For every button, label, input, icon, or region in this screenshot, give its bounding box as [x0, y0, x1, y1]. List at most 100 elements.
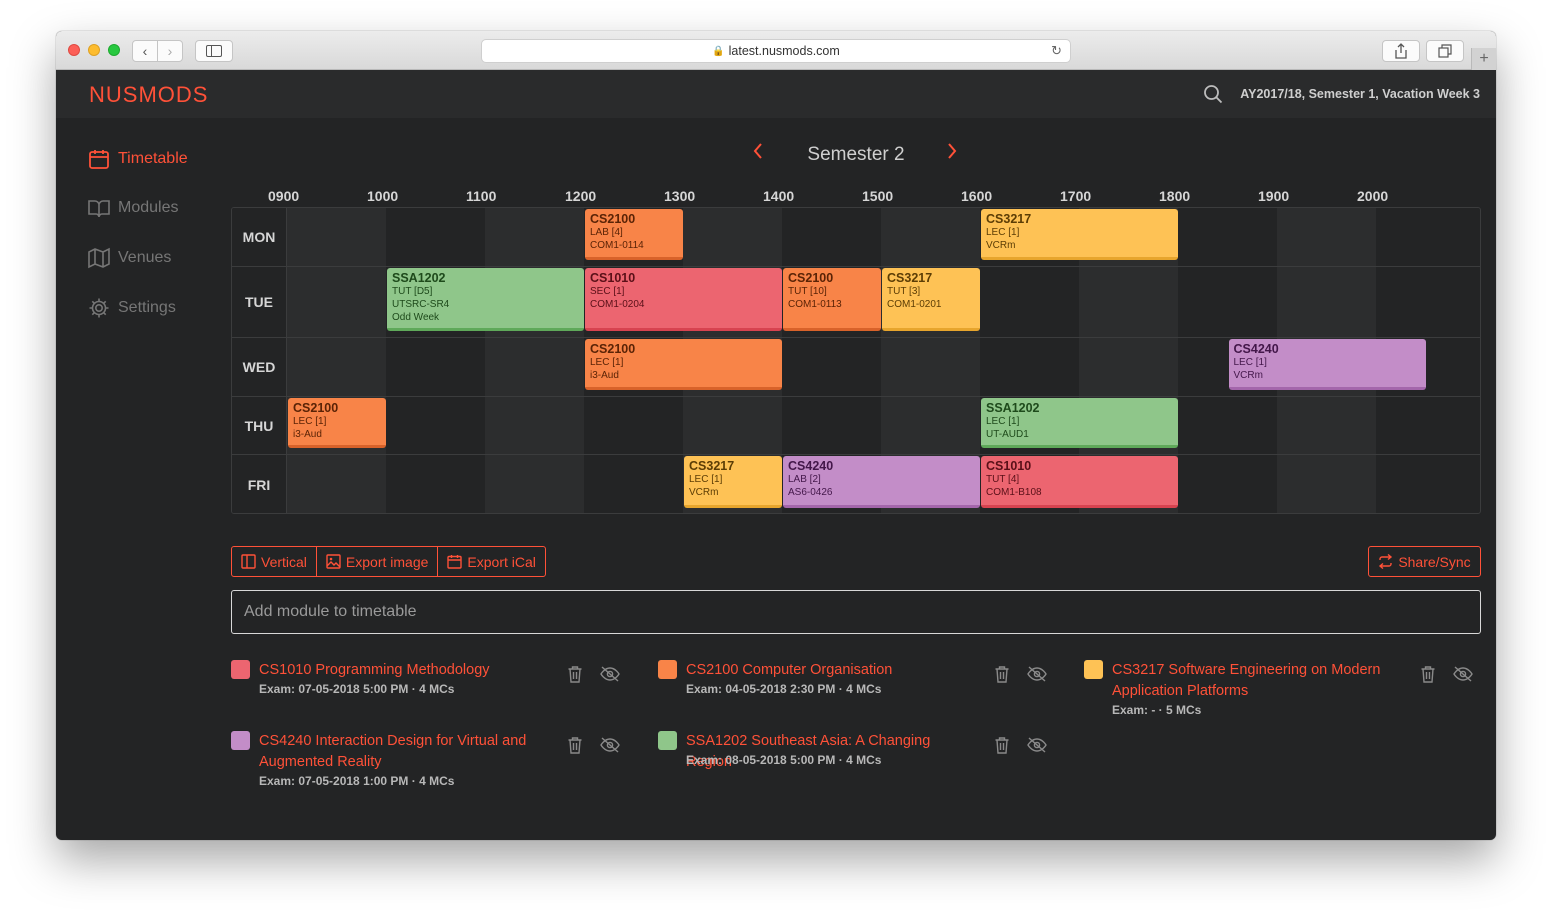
lesson-type: LEC [1]: [986, 416, 1020, 427]
hour-label: 1900: [1258, 188, 1290, 204]
lesson-week: Odd Week: [392, 312, 440, 323]
lesson-cell[interactable]: CS2100 TUT [10] COM1-0113: [783, 268, 881, 331]
sidebar-item-label: Timetable: [118, 150, 188, 167]
hour-label: 1600: [961, 188, 993, 204]
share-page-button[interactable]: [1382, 40, 1420, 62]
module-color-swatch[interactable]: [231, 660, 250, 679]
remove-module-button[interactable]: [567, 736, 587, 756]
hour-label: 1500: [862, 188, 894, 204]
module-color-swatch[interactable]: [231, 731, 250, 750]
module-title-link[interactable]: CS1010 Programming Methodology: [259, 660, 549, 681]
vertical-layout-button[interactable]: Vertical: [232, 547, 317, 576]
calendar-icon: [89, 150, 109, 169]
browser-window: ‹ › 🔒 latest.nusmods.com ↻ + NUSMODS AY2…: [56, 31, 1496, 840]
lesson-venue: UT-AUD1: [986, 429, 1029, 440]
book-icon: [88, 200, 110, 218]
remove-module-button[interactable]: [994, 736, 1014, 756]
lesson-venue: COM1-0113: [788, 299, 842, 310]
lesson-cell[interactable]: CS3217 LEC [1] VCRm: [684, 456, 782, 508]
hide-module-button[interactable]: [1453, 666, 1473, 686]
timetable-row-thu: THU CS2100 LEC [1] i3-Aud SSA1202 LEC [1] UT-A…: [232, 397, 1480, 455]
show-tabs-button[interactable]: [1426, 40, 1464, 62]
lesson-cell[interactable]: CS4240 LAB [2] AS6-0426: [783, 456, 980, 508]
lesson-cell[interactable]: CS2100 LEC [1] i3-Aud: [585, 339, 782, 390]
hide-module-button[interactable]: [600, 737, 620, 757]
lesson-cell[interactable]: SSA1202 LEC [1] UT-AUD1: [981, 398, 1178, 448]
remove-module-button[interactable]: [994, 665, 1014, 685]
search-icon[interactable]: [1203, 84, 1223, 104]
module-list-item: CS4240 Interaction Design for Virtual an…: [231, 731, 631, 801]
address-bar[interactable]: 🔒 latest.nusmods.com ↻: [481, 39, 1071, 63]
module-title-link[interactable]: CS3217 Software Engineering on Modern Ap…: [1112, 660, 1402, 702]
close-window-button[interactable]: [68, 44, 80, 56]
new-tab-button[interactable]: +: [1471, 48, 1496, 70]
lesson-cell[interactable]: CS2100 LAB [4] COM1-0114: [585, 209, 683, 260]
export-image-button[interactable]: Export image: [317, 547, 439, 576]
lesson-cell[interactable]: CS1010 TUT [4] COM1-B108: [981, 456, 1178, 508]
export-ical-label: Export iCal: [467, 553, 536, 570]
add-module-input[interactable]: [231, 590, 1481, 634]
lesson-cell[interactable]: CS2100 LEC [1] i3-Aud: [288, 398, 386, 448]
nusmods-logo[interactable]: NUSMODS: [89, 82, 208, 108]
lesson-venue: UTSRC-SR4: [392, 299, 450, 310]
semester-title: Semester 2: [807, 144, 905, 165]
gear-icon: [89, 298, 109, 318]
semester-info: AY2017/18, Semester 1, Vacation Week 3: [1240, 87, 1480, 101]
next-semester-button[interactable]: [946, 141, 958, 167]
tabs-icon: [1438, 44, 1452, 58]
lesson-cell[interactable]: CS3217 LEC [1] VCRm: [981, 209, 1178, 260]
module-list-item: CS1010 Programming Methodology Exam: 07-0…: [231, 660, 631, 730]
sidebar-item-timetable[interactable]: Timetable: [88, 148, 188, 170]
sidebar-toggle-button[interactable]: [195, 40, 233, 62]
module-exam-info: Exam: 08-05-2018 5:00 PM · 4 MCs: [686, 753, 882, 767]
semester-switcher: Semester 2: [746, 139, 966, 169]
module-color-swatch[interactable]: [658, 660, 677, 679]
back-button[interactable]: ‹: [132, 40, 158, 62]
eye-off-icon: [1027, 737, 1047, 753]
export-ical-button[interactable]: Export iCal: [438, 547, 544, 576]
vertical-label: Vertical: [261, 553, 307, 570]
lesson-type: TUT [10]: [788, 286, 827, 297]
hour-label: 1700: [1060, 188, 1092, 204]
module-title-link[interactable]: CS2100 Computer Organisation: [686, 660, 976, 681]
day-label: WED: [232, 338, 287, 396]
day-label: THU: [232, 397, 287, 454]
export-image-label: Export image: [345, 553, 429, 570]
hide-module-button[interactable]: [600, 666, 620, 686]
sidebar-item-modules[interactable]: Modules: [88, 197, 178, 219]
remove-module-button[interactable]: [567, 665, 587, 685]
lesson-code: CS4240: [1233, 342, 1279, 356]
share-sync-button[interactable]: Share/Sync: [1368, 546, 1481, 577]
sidebar-item-label: Modules: [118, 199, 179, 216]
lesson-cell[interactable]: SSA1202 TUT [D5] UTSRC-SR4 Odd Week: [387, 268, 584, 331]
module-color-swatch[interactable]: [658, 731, 677, 750]
lesson-venue: VCRm: [689, 487, 719, 498]
module-color-swatch[interactable]: [1084, 660, 1103, 679]
module-list-item: CS2100 Computer Organisation Exam: 04-05-…: [658, 660, 1058, 730]
timetable-grid: MON CS2100 LAB [4] COM1-0114 CS3217 LEC [1] VC…: [231, 207, 1481, 514]
sidebar-item-settings[interactable]: Settings: [88, 297, 176, 319]
timetable-actions: Vertical Export image Export iCal: [231, 546, 546, 577]
trash-icon: [995, 737, 1009, 754]
module-title-link[interactable]: CS4240 Interaction Design for Virtual an…: [259, 731, 549, 773]
sidebar-icon: [206, 45, 222, 57]
hour-label: 1100: [466, 188, 497, 204]
trash-icon: [1421, 666, 1435, 683]
lesson-type: LAB [2]: [788, 474, 821, 485]
reload-icon[interactable]: ↻: [1051, 43, 1062, 59]
module-list-item: CS3217 Software Engineering on Modern Ap…: [1084, 660, 1484, 730]
module-exam-info: Exam: - · 5 MCs: [1112, 703, 1202, 717]
minimize-window-button[interactable]: [88, 44, 100, 56]
lesson-venue: AS6-0426: [788, 487, 833, 498]
timetable-row-mon: MON CS2100 LAB [4] COM1-0114 CS3217 LEC [1] VC…: [232, 208, 1480, 267]
lesson-cell[interactable]: CS4240 LEC [1] VCRm: [1228, 339, 1426, 390]
lesson-cell[interactable]: CS3217 TUT [3] COM1-0201: [882, 268, 980, 331]
remove-module-button[interactable]: [1420, 665, 1440, 685]
lesson-cell[interactable]: CS1010 SEC [1] COM1-0204: [585, 268, 782, 331]
forward-button[interactable]: ›: [157, 40, 183, 62]
hide-module-button[interactable]: [1027, 666, 1047, 686]
sidebar-item-venues[interactable]: Venues: [88, 247, 171, 269]
maximize-window-button[interactable]: [108, 44, 120, 56]
trash-icon: [568, 737, 582, 754]
hide-module-button[interactable]: [1027, 737, 1047, 757]
